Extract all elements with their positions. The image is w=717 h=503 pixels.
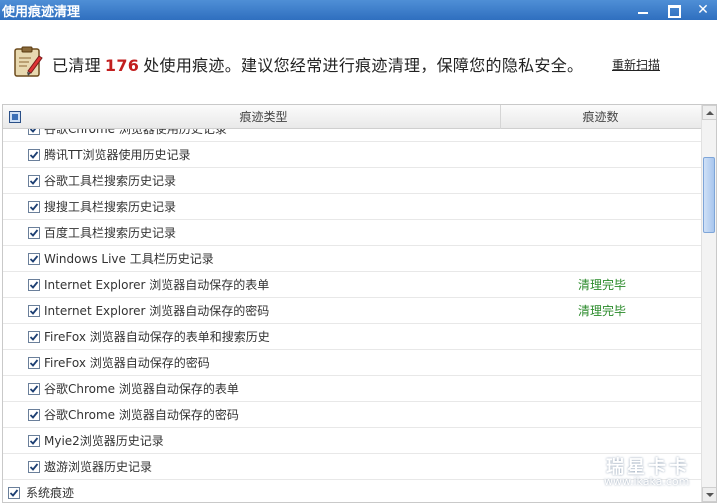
row-checkbox[interactable]	[28, 174, 40, 187]
row-checkbox[interactable]	[28, 226, 40, 239]
row-checkbox[interactable]	[28, 252, 40, 265]
trace-table: 痕迹类型 痕迹数 谷歌Chrome 浏览器使用历史记录腾讯TT浏览器使用历史记录…	[2, 104, 717, 503]
row-label: FireFox 浏览器自动保存的表单和搜索历史	[44, 330, 270, 344]
table-row[interactable]: Windows Live 工具栏历史记录	[3, 246, 702, 272]
vertical-scrollbar[interactable]	[701, 105, 716, 502]
checkmark-icon	[29, 358, 39, 367]
window-title: 使用痕迹清理	[2, 4, 81, 20]
row-label: 百度工具栏搜索历史记录	[44, 226, 177, 240]
checkmark-icon	[29, 254, 39, 263]
table-body: 谷歌Chrome 浏览器使用历史记录腾讯TT浏览器使用历史记录 谷歌工具栏搜索历史…	[3, 129, 702, 502]
table-row[interactable]: 百度工具栏搜索历史记录	[3, 220, 702, 246]
title-bar: 使用痕迹清理 ✕	[0, 0, 717, 20]
table-row[interactable]: Myie2浏览器历史记录	[3, 428, 702, 454]
row-label: Windows Live 工具栏历史记录	[44, 252, 214, 266]
close-icon[interactable]: ✕	[695, 2, 711, 18]
group-row-system-traces[interactable]: 系统痕迹	[3, 480, 702, 502]
checkmark-icon	[29, 462, 39, 471]
column-header-type[interactable]: 痕迹类型	[27, 108, 500, 125]
row-checkbox[interactable]	[28, 460, 40, 473]
checkmark-icon	[29, 384, 39, 393]
checkmark-icon	[29, 150, 39, 159]
table-row[interactable]: Internet Explorer 浏览器自动保存的密码 清理完毕	[3, 298, 702, 324]
maximize-icon[interactable]	[665, 2, 681, 18]
row-label: Internet Explorer 浏览器自动保存的表单	[44, 278, 270, 292]
summary-prefix: 已清理	[52, 56, 101, 75]
row-label: FireFox 浏览器自动保存的密码	[44, 356, 210, 370]
group-label: 系统痕迹	[26, 486, 75, 500]
arrow-down-icon	[705, 492, 714, 497]
table-row[interactable]: 谷歌Chrome 浏览器自动保存的表单	[3, 376, 702, 402]
checkmark-icon	[29, 436, 39, 445]
table-header: 痕迹类型 痕迹数	[3, 105, 702, 129]
checkmark-icon	[29, 228, 39, 237]
row-checkbox[interactable]	[28, 382, 40, 395]
table-row[interactable]: 腾讯TT浏览器使用历史记录	[3, 142, 702, 168]
column-header-count[interactable]: 痕迹数	[500, 105, 700, 129]
row-checkbox[interactable]	[28, 200, 40, 213]
clipboard-brush-icon	[14, 46, 43, 77]
table-row[interactable]: Internet Explorer 浏览器自动保存的表单 清理完毕	[3, 272, 702, 298]
trace-count: 176	[104, 56, 140, 75]
row-label: 腾讯TT浏览器使用历史记录	[44, 148, 191, 162]
window-controls: ✕	[635, 0, 711, 20]
scroll-thumb[interactable]	[703, 157, 715, 233]
row-checkbox[interactable]	[28, 129, 40, 135]
row-checkbox[interactable]	[28, 330, 40, 343]
checkmark-icon	[9, 488, 19, 497]
table-row[interactable]: 搜搜工具栏搜索历史记录	[3, 194, 702, 220]
rescan-link[interactable]: 重新扫描	[612, 56, 660, 73]
table-row[interactable]: 谷歌Chrome 浏览器使用历史记录	[3, 129, 702, 142]
select-all-checkbox[interactable]	[9, 110, 21, 123]
row-checkbox[interactable]	[28, 434, 40, 447]
checkmark-icon	[29, 306, 39, 315]
select-all-checkbox-cell	[3, 105, 27, 129]
table-row[interactable]: 遨游浏览器历史记录	[3, 454, 702, 480]
row-label: 谷歌Chrome 浏览器自动保存的表单	[44, 382, 239, 396]
table-row[interactable]: 谷歌工具栏搜索历史记录	[3, 168, 702, 194]
row-label: Myie2浏览器历史记录	[44, 434, 164, 448]
table-row[interactable]: FireFox 浏览器自动保存的表单和搜索历史	[3, 324, 702, 350]
arrow-up-icon	[705, 110, 714, 115]
row-label: Internet Explorer 浏览器自动保存的密码	[44, 304, 270, 318]
row-label: 遨游浏览器历史记录	[44, 460, 153, 474]
summary-message: 已清理 176 处使用痕迹。建议您经常进行痕迹清理，保障您的隐私安全。	[52, 52, 583, 76]
row-label: 谷歌工具栏搜索历史记录	[44, 174, 177, 188]
checkmark-icon	[29, 176, 39, 185]
row-checkbox[interactable]	[28, 148, 40, 161]
checkmark-icon	[29, 332, 39, 341]
row-label: 谷歌Chrome 浏览器自动保存的密码	[44, 408, 239, 422]
checkmark-icon	[29, 202, 39, 211]
scroll-up-button[interactable]	[702, 105, 716, 120]
checkmark-icon	[29, 280, 39, 289]
checkmark-icon	[29, 129, 36, 133]
row-checkbox[interactable]	[28, 356, 40, 369]
row-status: 清理完毕	[578, 278, 627, 292]
group-checkbox[interactable]	[8, 486, 20, 499]
row-checkbox[interactable]	[28, 278, 40, 291]
row-label: 搜搜工具栏搜索历史记录	[44, 200, 177, 214]
row-label: 谷歌Chrome 浏览器使用历史记录	[44, 129, 227, 136]
table-row[interactable]: 谷歌Chrome 浏览器自动保存的密码	[3, 402, 702, 428]
summary-suffix: 处使用痕迹。建议您经常进行痕迹清理，保障您的隐私安全。	[143, 56, 584, 75]
minimize-icon[interactable]	[635, 2, 651, 18]
summary-panel: 已清理 176 处使用痕迹。建议您经常进行痕迹清理，保障您的隐私安全。 重新扫描	[0, 20, 717, 104]
scroll-down-button[interactable]	[702, 487, 716, 502]
row-status: 清理完毕	[578, 304, 627, 318]
checkmark-icon	[29, 410, 39, 419]
row-checkbox[interactable]	[28, 408, 40, 421]
row-checkbox[interactable]	[28, 304, 40, 317]
table-row[interactable]: FireFox 浏览器自动保存的密码	[3, 350, 702, 376]
